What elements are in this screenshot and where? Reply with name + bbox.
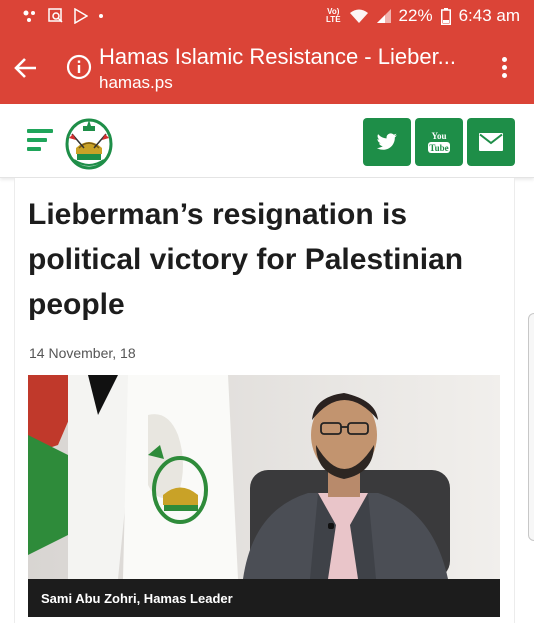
- dot-icon: [98, 13, 104, 19]
- volte-lte-icon: Vo) LTE: [326, 7, 341, 24]
- page-title: Hamas Islamic Resistance - Lieber...: [99, 44, 457, 69]
- dots-notification-icon: [22, 9, 38, 23]
- twitter-icon: [376, 133, 397, 150]
- screenshot-search-icon: [48, 8, 64, 24]
- hamburger-menu-icon[interactable]: [27, 129, 53, 151]
- system-indicators: Vo) LTE 22% 6:43 am: [326, 6, 520, 26]
- clock: 6:43 am: [458, 6, 520, 25]
- mail-icon: [479, 133, 503, 151]
- status-bar: Vo) LTE 22% 6:43 am: [0, 0, 534, 32]
- signal-icon: [376, 9, 391, 23]
- youtube-label-top: You: [431, 131, 446, 141]
- info-icon[interactable]: [66, 54, 92, 80]
- youtube-button[interactable]: You Tube: [415, 118, 463, 166]
- battery-icon: [440, 7, 451, 25]
- play-store-icon: [74, 8, 88, 24]
- wifi-icon: [349, 8, 369, 24]
- youtube-label-bottom: Tube: [429, 143, 448, 153]
- youtube-icon: You Tube: [428, 131, 450, 153]
- twitter-button[interactable]: [363, 118, 411, 166]
- back-arrow-icon[interactable]: [12, 54, 40, 82]
- article-headline[interactable]: Lieberman’s resignation is political vic…: [28, 192, 498, 327]
- custom-tab-toolbar: Hamas Islamic Resistance - Lieber... ham…: [0, 32, 534, 104]
- hamas-logo[interactable]: [64, 114, 114, 170]
- article-date: 14 November, 18: [29, 345, 136, 361]
- battery-percent: 22%: [398, 6, 433, 25]
- photo-caption: Sami Abu Zohri, Hamas Leader: [28, 579, 500, 617]
- email-button[interactable]: [467, 118, 515, 166]
- notification-icons: [22, 8, 104, 24]
- speaker-photo-illustration: [28, 375, 500, 579]
- overflow-menu-icon[interactable]: [494, 54, 514, 84]
- article-photo[interactable]: Sami Abu Zohri, Hamas Leader: [28, 375, 500, 617]
- site-header: You Tube: [0, 104, 534, 178]
- scrollbar-thumb[interactable]: [528, 313, 534, 541]
- page-url: hamas.ps: [99, 73, 173, 92]
